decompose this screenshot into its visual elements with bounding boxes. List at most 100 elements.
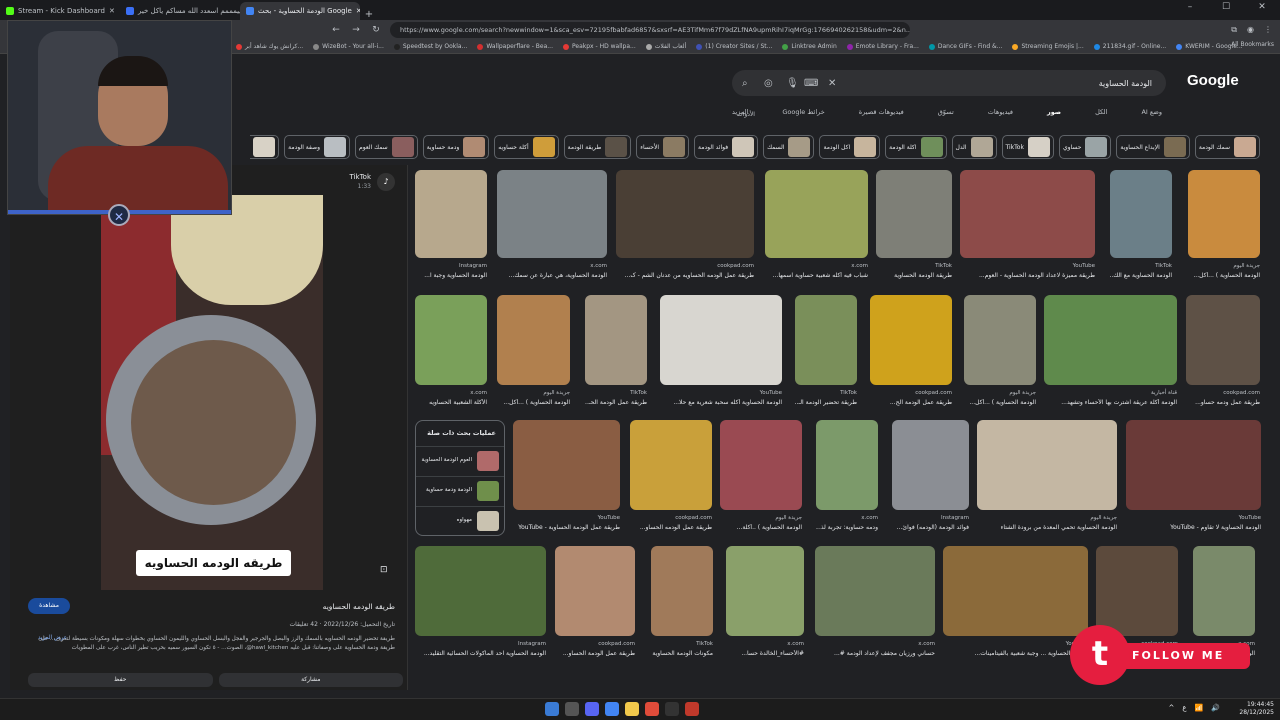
refinement-chip[interactable]: الإبداع الحساوية bbox=[1116, 135, 1190, 159]
result-title[interactable]: الودمة الحساوية لا تقاوم - YouTube bbox=[1126, 524, 1261, 531]
image-result-card[interactable]: cookpad.com طريقة عمل الودمه الحساو... bbox=[630, 420, 712, 538]
bookmark-item[interactable]: Speedtest by Ookla... bbox=[393, 43, 467, 50]
bookmark-item[interactable]: كرانش يوك شاهد أبر... bbox=[236, 43, 303, 50]
browser-tab[interactable]: Stream - Kick Dashboard ✕ bbox=[0, 2, 120, 20]
refinement-chip[interactable]: وصفة الودمة bbox=[284, 135, 351, 159]
result-thumbnail[interactable] bbox=[497, 170, 607, 258]
result-title[interactable]: فوائد الودمة (الودمه) فوائ... bbox=[892, 524, 969, 531]
refinement-chip[interactable]: طريقة الودمة bbox=[563, 135, 632, 159]
result-title[interactable]: #الأحساء_الخالدة حسا... bbox=[726, 650, 804, 657]
result-title[interactable]: الودمة الحساوية ) ...أكل... bbox=[964, 399, 1036, 406]
tray-icon[interactable]: ^ bbox=[1169, 704, 1175, 712]
result-title[interactable]: الودمة الحساوية ) ..أكلة... bbox=[720, 524, 802, 531]
result-thumbnail[interactable] bbox=[1044, 295, 1177, 385]
result-title[interactable]: طريقة عمل الودمه الحساويه من عدنان الشم … bbox=[616, 272, 754, 279]
result-title[interactable]: طريقة تحضير الودمة الـ... bbox=[795, 399, 857, 406]
result-title[interactable]: ودمه حساوية: تجربة لذ... bbox=[816, 524, 878, 531]
filter-tab[interactable]: فيديوهات قصيرة bbox=[859, 108, 904, 122]
result-title[interactable]: طريقة عمل الودمة الحساوية - YouTube bbox=[513, 524, 620, 531]
result-thumbnail[interactable] bbox=[415, 170, 487, 258]
keyboard-icon[interactable]: ⌨ bbox=[804, 78, 818, 89]
search-box[interactable]: ⌕ ◎ 🎙 ⌨ ✕ الودمة الحساوية bbox=[732, 70, 1166, 96]
image-result-card[interactable]: TikTok مكونات الودمة الحساوية bbox=[651, 546, 713, 664]
image-result-card[interactable]: x.com #الأحساء_الخالدة حسا... bbox=[726, 546, 804, 664]
result-title[interactable]: الودمة الحساوية احد الماكولات الحسائية ا… bbox=[415, 650, 546, 657]
chrome-icon[interactable] bbox=[605, 702, 619, 716]
result-thumbnail[interactable] bbox=[964, 295, 1036, 385]
result-thumbnail[interactable] bbox=[660, 295, 782, 385]
result-title[interactable]: طريقة عمل الودمة الحساو... bbox=[555, 650, 635, 657]
explorer-icon[interactable] bbox=[625, 702, 639, 716]
result-thumbnail[interactable] bbox=[1188, 170, 1260, 258]
result-thumbnail[interactable] bbox=[795, 295, 857, 385]
result-title[interactable]: طريقة عمل الودمه الحساو... bbox=[630, 524, 712, 531]
tray-icon[interactable]: ع bbox=[1182, 704, 1186, 712]
result-thumbnail[interactable] bbox=[892, 420, 969, 510]
image-result-card[interactable]: YouTube طريقة مميزة لاعداد الودمة الحساوي… bbox=[960, 170, 1095, 286]
result-thumbnail[interactable] bbox=[960, 170, 1095, 258]
refinement-chip[interactable]: سمك العوم bbox=[355, 135, 418, 159]
result-thumbnail[interactable] bbox=[630, 420, 712, 510]
viewer-title[interactable]: طريقه الودمه الحساويه bbox=[323, 602, 395, 611]
result-thumbnail[interactable] bbox=[943, 546, 1088, 636]
minimize-button[interactable]: – bbox=[1172, 2, 1208, 12]
share-button[interactable]: مشاركة bbox=[218, 673, 403, 687]
bookmark-item[interactable]: WizeBot - Your all-i... bbox=[313, 43, 384, 50]
image-result-card[interactable]: TikTok الودمة الحساوية مع الك... bbox=[1110, 170, 1172, 286]
image-result-card[interactable]: Instagram فوائد الودمة (الودمه) فوائ... bbox=[892, 420, 969, 538]
related-search-item[interactable]: مهواوه bbox=[416, 506, 504, 534]
result-title[interactable]: الودمة الحساوية تحمي المعدة من برودة الش… bbox=[977, 524, 1117, 531]
result-title[interactable]: الودمة الحساوية ) ...أكل... bbox=[497, 399, 570, 406]
bookmark-item[interactable]: Dance GIFs - Find &... bbox=[928, 43, 1002, 50]
result-thumbnail[interactable] bbox=[585, 295, 647, 385]
refinement-chip[interactable]: سمك الودمة bbox=[1194, 135, 1260, 159]
result-thumbnail[interactable] bbox=[497, 295, 570, 385]
refinement-chip[interactable]: TikTok bbox=[1001, 135, 1054, 159]
refinement-chip[interactable]: حساوي bbox=[1058, 135, 1112, 159]
image-result-card[interactable]: x.com الودمة الحساوية، هي عبارة عن سمك... bbox=[497, 170, 607, 286]
result-thumbnail[interactable] bbox=[870, 295, 952, 385]
brave-icon[interactable] bbox=[645, 702, 659, 716]
search-icon[interactable]: ⌕ bbox=[742, 78, 748, 89]
result-title[interactable]: حساني ورزيان مجفف لإعداد الودمة #... bbox=[815, 650, 935, 657]
filter-tab[interactable]: تسوّق bbox=[938, 108, 954, 122]
image-result-card[interactable]: TikTok طريقة تحضير الودمة الـ... bbox=[795, 295, 857, 413]
refinement-chip[interactable]: عمل الودمة bbox=[250, 135, 280, 159]
google-logo[interactable]: Google bbox=[1187, 72, 1239, 89]
image-result-card[interactable]: جريدة اليوم الودمة الحساوية ) ..أكلة... bbox=[720, 420, 802, 538]
bookmark-item[interactable]: Streaming Emojis |... bbox=[1012, 43, 1084, 50]
result-thumbnail[interactable] bbox=[415, 295, 487, 385]
result-thumbnail[interactable] bbox=[1126, 420, 1261, 510]
bookmark-item[interactable]: Peakpx - HD wallpa... bbox=[563, 43, 636, 50]
filter-tab[interactable]: وضع AI bbox=[1141, 108, 1162, 122]
bookmark-item[interactable]: ألعاب الفلات bbox=[645, 43, 686, 50]
lens-search-icon[interactable]: ⊡ bbox=[380, 565, 388, 575]
result-thumbnail[interactable] bbox=[651, 546, 713, 636]
image-result-card[interactable]: cookpad.com طريقة عمل ودمه حساو... bbox=[1186, 295, 1260, 413]
bookmark-item[interactable]: Wallpaperflare - Bea... bbox=[477, 43, 553, 50]
result-thumbnail[interactable] bbox=[765, 170, 868, 258]
all-bookmarks-button[interactable]: All Bookmarks bbox=[1231, 41, 1274, 48]
result-title[interactable]: الودمة الحساوية ) ...أكل... bbox=[1188, 272, 1260, 279]
result-thumbnail[interactable] bbox=[816, 420, 878, 510]
image-result-card[interactable]: cookpad.com طريقة عمل الودمه الحساويه من … bbox=[616, 170, 754, 286]
extensions-icon[interactable]: ⧉ bbox=[1231, 25, 1237, 35]
bookmark-item[interactable]: (1) Creator Sites / St... bbox=[696, 43, 772, 50]
new-tab-button[interactable]: + bbox=[360, 9, 378, 20]
refinement-chip[interactable]: الدل bbox=[951, 135, 997, 159]
maximize-button[interactable]: ☐ bbox=[1208, 2, 1244, 12]
result-thumbnail[interactable] bbox=[1186, 295, 1260, 385]
reload-icon[interactable]: ↻ bbox=[370, 25, 382, 35]
bookmark-item[interactable]: Linktree Admin bbox=[782, 43, 837, 50]
result-title[interactable]: مكونات الودمة الحساوية bbox=[651, 650, 713, 657]
visit-button[interactable]: مشاهدة bbox=[28, 598, 70, 614]
result-thumbnail[interactable] bbox=[726, 546, 804, 636]
image-result-card[interactable]: جريدة اليوم الودمة الحساوية تحمي المعدة م… bbox=[977, 420, 1117, 538]
clear-icon[interactable]: ✕ bbox=[828, 78, 836, 89]
image-result-card[interactable]: جريدة اليوم الودمة الحساوية ) ...أكل... bbox=[497, 295, 570, 413]
refinement-chip[interactable]: السمك bbox=[763, 135, 815, 159]
menu-icon[interactable]: ⋮ bbox=[1264, 25, 1272, 35]
image-result-card[interactable]: YouTube الودمة الحساوية لا تقاوم - YouTub… bbox=[1126, 420, 1261, 538]
discord-icon[interactable] bbox=[585, 702, 599, 716]
image-result-card[interactable]: x.com ودمه حساوية: تجربة لذ... bbox=[816, 420, 878, 538]
